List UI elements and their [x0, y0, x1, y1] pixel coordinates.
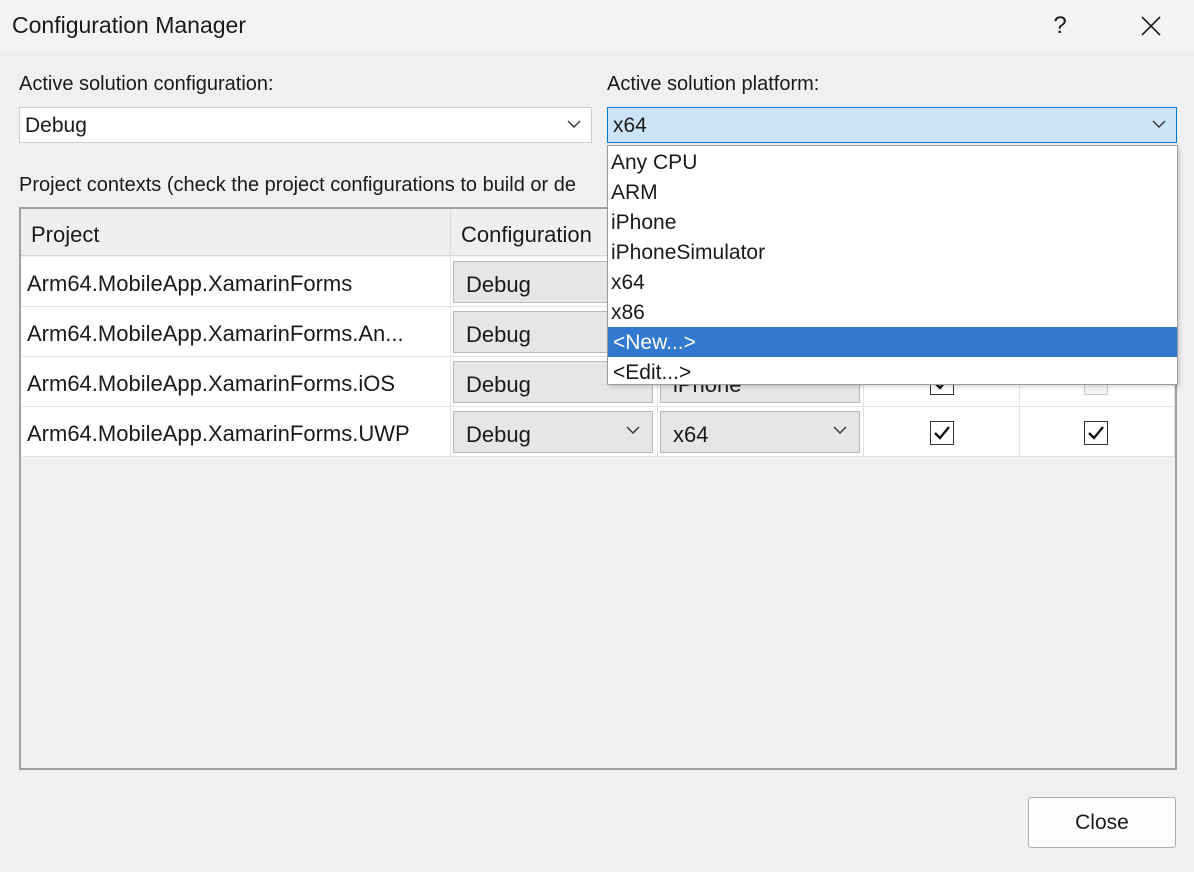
checkmark-icon: [934, 426, 950, 440]
dropdown-option-iphonesimulator[interactable]: iPhoneSimulator: [608, 237, 1177, 267]
chevron-down-icon: [567, 120, 581, 128]
configuration-value: Debug: [466, 372, 531, 397]
platform-combo[interactable]: x64: [660, 411, 860, 453]
configuration-cell: Debug: [451, 407, 658, 457]
configuration-value: Debug: [466, 422, 531, 447]
dropdown-option-x64[interactable]: x64: [608, 267, 1177, 297]
configuration-value: Debug: [466, 272, 531, 297]
dropdown-option-edit[interactable]: <Edit...>: [608, 357, 1177, 387]
window-title: Configuration Manager: [12, 12, 246, 38]
dropdown-option-x86[interactable]: x86: [608, 297, 1177, 327]
checkmark-icon: [1088, 426, 1104, 440]
active-config-combo[interactable]: Debug: [19, 107, 592, 143]
dropdown-option-any-cpu[interactable]: Any CPU: [608, 147, 1177, 177]
help-button[interactable]: ?: [1036, 6, 1084, 46]
deploy-cell: [1020, 407, 1175, 457]
project-contexts-label: Project contexts (check the project conf…: [19, 174, 576, 196]
active-config-value: Debug: [25, 114, 87, 137]
platform-cell: x64: [658, 407, 864, 457]
active-config-label: Active solution configuration:: [19, 73, 274, 95]
project-name: Arm64.MobileApp.XamarinForms: [21, 257, 451, 307]
column-header-project[interactable]: Project: [21, 209, 451, 256]
project-name: Arm64.MobileApp.XamarinForms.An...: [21, 307, 451, 357]
close-window-button[interactable]: [1126, 6, 1176, 46]
active-platform-combo[interactable]: x64: [607, 107, 1177, 143]
build-checkbox[interactable]: [930, 421, 954, 445]
active-platform-value: x64: [613, 114, 647, 137]
chevron-down-icon: [1152, 120, 1166, 128]
configuration-value: Debug: [466, 322, 531, 347]
active-platform-label: Active solution platform:: [607, 73, 820, 95]
close-icon: [1141, 16, 1161, 36]
table-row[interactable]: Arm64.MobileApp.XamarinForms.UWP Debug x…: [21, 407, 1175, 457]
close-button[interactable]: Close: [1028, 797, 1176, 848]
configuration-combo[interactable]: Debug: [453, 411, 653, 453]
platform-dropdown-list: Any CPU ARM iPhone iPhoneSimulator x64 x…: [607, 145, 1178, 385]
project-name: Arm64.MobileApp.XamarinForms.UWP: [21, 407, 451, 457]
deploy-checkbox[interactable]: [1084, 421, 1108, 445]
title-bar: Configuration Manager ?: [0, 0, 1194, 52]
project-name: Arm64.MobileApp.XamarinForms.iOS: [21, 357, 451, 407]
dropdown-option-arm[interactable]: ARM: [608, 177, 1177, 207]
dropdown-option-new[interactable]: <New...>: [608, 327, 1177, 357]
dropdown-option-iphone[interactable]: iPhone: [608, 207, 1177, 237]
build-cell: [864, 407, 1020, 457]
chevron-down-icon: [833, 426, 847, 434]
platform-value: x64: [673, 422, 709, 447]
chevron-down-icon: [626, 426, 640, 434]
